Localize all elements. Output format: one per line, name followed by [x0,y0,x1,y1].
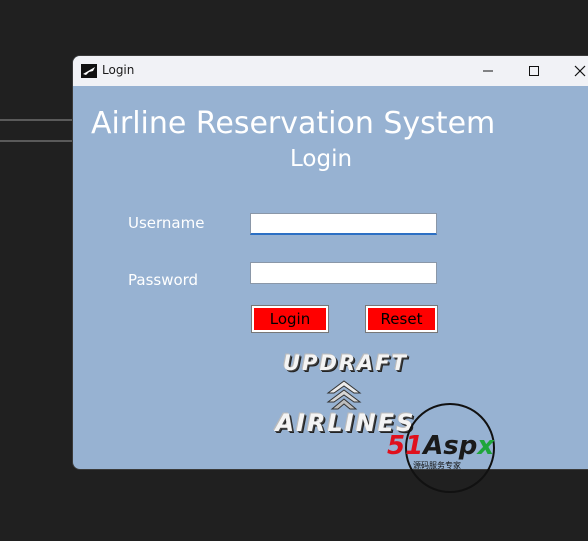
password-label: Password [128,271,199,289]
watermark-tagline: 源码服务专家 [413,461,461,470]
background-line [0,140,74,142]
minimize-icon [483,70,493,72]
login-button[interactable]: Login [251,305,329,333]
minimize-button[interactable] [465,56,511,86]
window-title: Login [102,63,135,77]
maximize-icon [529,66,539,76]
close-button[interactable] [557,56,588,86]
login-heading: Login [290,146,353,172]
airplane-icon [81,64,97,78]
title-bar[interactable]: Login [73,56,588,86]
logo-line-1: UPDRAFT [283,351,408,375]
app-heading: Airline Reservation System [91,106,496,141]
username-label: Username [128,214,205,232]
close-icon [574,65,586,77]
chevron-up-icon [326,380,362,410]
watermark-brand-part3: x [477,431,495,461]
watermark: 51Aspx 源码服务专家 [385,403,515,493]
password-field[interactable] [250,262,437,284]
watermark-brand: 51Aspx [387,431,494,461]
watermark-brand-part1: 51 [387,431,424,461]
background-line [0,119,74,121]
reset-button[interactable]: Reset [365,305,438,333]
maximize-button[interactable] [511,56,557,86]
username-field[interactable] [250,213,437,235]
watermark-brand-part2: Asp [423,431,478,461]
